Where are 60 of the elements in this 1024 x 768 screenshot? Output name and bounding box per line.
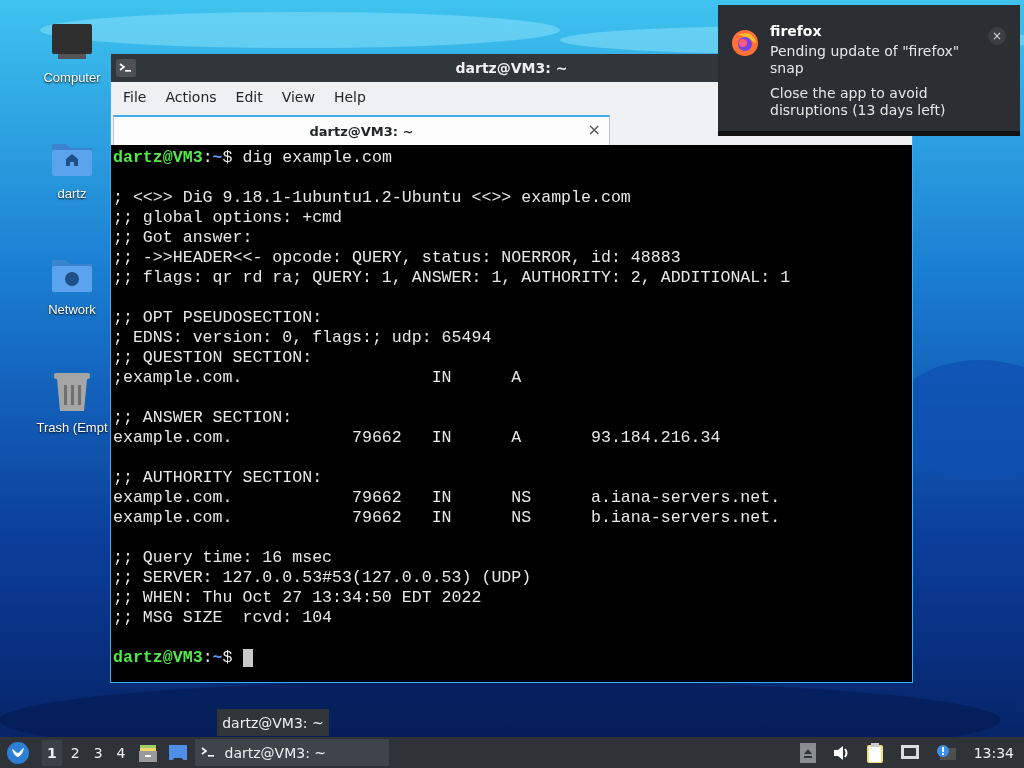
output-line: ;; OPT PSEUDOSECTION: — [113, 308, 323, 328]
output-line: ;; AUTHORITY SECTION: — [113, 468, 323, 488]
desktop-icon[interactable] — [167, 743, 188, 762]
prompt-separator: : — [202, 148, 213, 168]
notification-detail: Close the app to avoid disruptions (13 days left) — [770, 85, 947, 119]
menu-item[interactable]: File — [121, 89, 156, 105]
workspace-button[interactable]: 1 — [42, 739, 62, 766]
clipboard-icon[interactable] — [865, 742, 884, 763]
prompt-separator: : — [202, 648, 213, 668]
output-line: ;; ANSWER SECTION: — [113, 408, 293, 428]
menu-item[interactable]: View — [279, 89, 324, 105]
close-tab-button[interactable]: × — [587, 120, 601, 139]
monitor-icon[interactable] — [50, 22, 94, 62]
output-line: ;; QUESTION SECTION: — [113, 348, 313, 368]
tooltip: dartz@VM3: ~ — [217, 709, 329, 736]
window-title: dartz@VM3: ~ — [455, 60, 568, 76]
eject-icon[interactable] — [799, 742, 816, 763]
output-line: ;; MSG SIZE rcvd: 104 — [113, 608, 333, 628]
clock[interactable]: 13:34 — [973, 744, 1014, 761]
output-line: ;; flags: qr rd ra; QUERY: 1, ANSWER: 1, AUTHORITY: 2, ADDITIONAL: 1 — [113, 268, 791, 288]
command-text: dig example.com — [242, 148, 392, 168]
volume-icon[interactable] — [831, 744, 850, 761]
output-line: example.com. 79662 IN NS a.iana-servers.net. — [113, 488, 781, 508]
close-button[interactable]: × — [988, 27, 1006, 45]
output-line: ;example.com. IN A — [113, 368, 522, 388]
desktop-icon-label[interactable]: Network — [48, 302, 96, 317]
output-line: ;; global options: +cmd — [113, 208, 343, 228]
output-line: ;; Got answer: — [113, 228, 253, 248]
network-port-icon[interactable] — [899, 743, 920, 762]
fox-globe-icon — [730, 27, 760, 57]
workspace-button[interactable]: 2 — [65, 739, 85, 766]
menu-item[interactable]: Help — [331, 89, 375, 105]
desktop-icon-label[interactable]: Trash (Empt — [36, 420, 108, 435]
output-line: example.com. 79662 IN A 93.184.216.34 — [113, 428, 721, 448]
workspace-button[interactable]: 3 — [88, 739, 108, 766]
workspace-button[interactable]: 4 — [111, 739, 131, 766]
output-line: ;; SERVER: 127.0.0.53#53(127.0.0.53) (UDP) — [113, 568, 532, 588]
menu-item[interactable]: Actions — [163, 89, 226, 105]
output-line: ; EDNS: version: 0, flags:; udp: 65494 — [113, 328, 492, 348]
notification-title: firefox — [770, 23, 823, 39]
prompt-symbol: $ — [222, 648, 233, 668]
prompt-user: dartz@VM3 — [113, 148, 203, 168]
task-button[interactable]: dartz@VM3: ~ — [194, 739, 389, 766]
output-line: example.com. 79662 IN NS b.iana-servers.net. — [113, 508, 781, 528]
terminal-icon — [116, 59, 136, 77]
output-line: ;; WHEN: Thu Oct 27 13:34:50 EDT 2022 — [113, 588, 482, 608]
terminal-tab[interactable]: dartz@VM3: ~ × — [113, 115, 610, 145]
start-menu-icon[interactable] — [6, 740, 30, 765]
prompt-path: ~ — [212, 648, 223, 668]
menu-item[interactable]: Edit — [233, 89, 272, 105]
output-line: ;; Query time: 16 msec — [113, 548, 333, 568]
output-line: ;; ->>HEADER<<- opcode: QUERY, status: NOERROR, id: 48883 — [113, 248, 681, 268]
update-alert-icon[interactable] — [935, 743, 956, 762]
prompt-user: dartz@VM3 — [113, 648, 203, 668]
terminal-icon — [200, 746, 217, 759]
file-cabinet-icon[interactable] — [137, 742, 158, 763]
prompt-symbol: $ — [222, 148, 233, 168]
output-line: ; <<>> DiG 9.18.1-1ubuntu1.2-Ubuntu <<>> example.com — [113, 188, 631, 208]
prompt-path: ~ — [212, 148, 223, 168]
notification-message: Pending update of "firefox" snap — [770, 43, 961, 77]
